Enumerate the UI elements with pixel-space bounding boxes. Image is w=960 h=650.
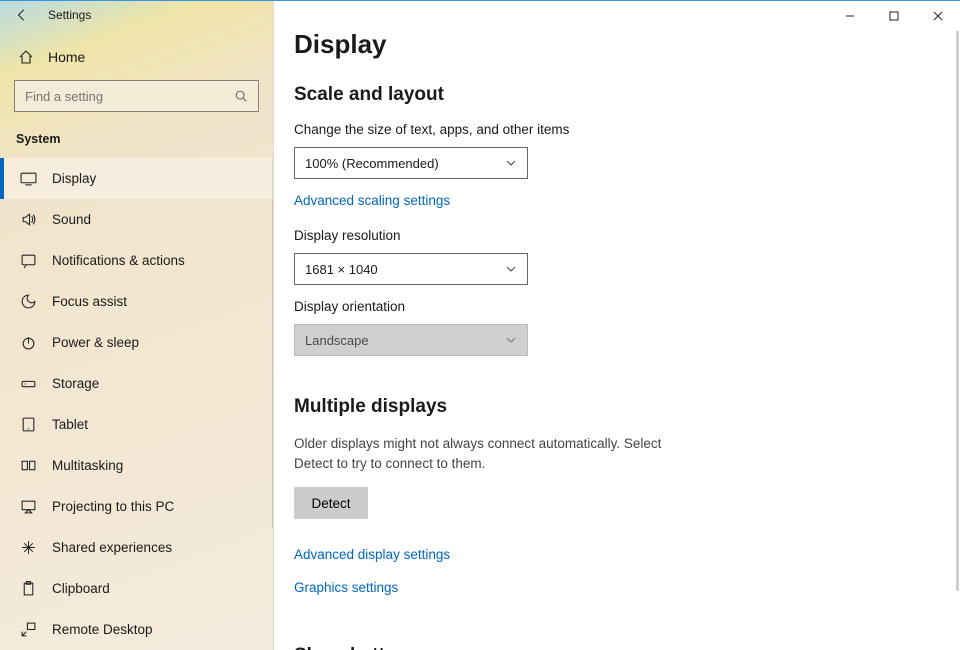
detect-button[interactable]: Detect xyxy=(294,487,368,519)
multitasking-icon xyxy=(18,456,38,476)
graphics-settings-link[interactable]: Graphics settings xyxy=(294,580,398,595)
section-scale-layout: Scale and layout xyxy=(294,84,940,106)
search-icon xyxy=(234,89,248,103)
maximize-button[interactable] xyxy=(872,1,916,31)
chevron-down-icon xyxy=(505,157,517,169)
tablet-icon xyxy=(18,415,38,435)
sidebar-item-label: Display xyxy=(52,171,96,186)
multiple-displays-desc: Older displays might not always connect … xyxy=(294,434,674,473)
resolution-label: Display resolution xyxy=(294,228,940,243)
sidebar-item-label: Clipboard xyxy=(52,581,110,596)
advanced-display-link[interactable]: Advanced display settings xyxy=(294,547,450,562)
nav-divider xyxy=(272,158,273,528)
sidebar-item-label: Remote Desktop xyxy=(52,622,153,637)
orientation-select-value: Landscape xyxy=(305,333,369,348)
content-pane: Display Scale and layout Change the size… xyxy=(274,1,960,650)
maximize-icon xyxy=(889,11,899,21)
size-label: Change the size of text, apps, and other… xyxy=(294,122,940,137)
clipboard-icon xyxy=(18,579,38,599)
home-label: Home xyxy=(48,49,85,65)
sidebar-item-label: Multitasking xyxy=(52,458,123,473)
section-multiple-displays: Multiple displays xyxy=(294,396,940,418)
section-sleep-better: Sleep better xyxy=(294,645,940,650)
sidebar-nav: Display Sound Notifications & actions Fo… xyxy=(0,158,273,650)
focus-assist-icon xyxy=(18,292,38,312)
sidebar-item-power[interactable]: Power & sleep xyxy=(0,322,273,363)
power-icon xyxy=(18,333,38,353)
sidebar-item-focus-assist[interactable]: Focus assist xyxy=(0,281,273,322)
notifications-icon xyxy=(18,251,38,271)
arrow-left-icon xyxy=(15,8,29,22)
resolution-select[interactable]: 1681 × 1040 xyxy=(294,253,528,285)
orientation-label: Display orientation xyxy=(294,299,940,314)
sidebar-item-tablet[interactable]: Tablet xyxy=(0,404,273,445)
display-icon xyxy=(18,169,38,189)
scale-select[interactable]: 100% (Recommended) xyxy=(294,147,528,179)
home-button[interactable]: Home xyxy=(0,43,273,70)
sidebar-item-storage[interactable]: Storage xyxy=(0,363,273,404)
minimize-button[interactable] xyxy=(828,1,872,31)
sidebar-item-notifications[interactable]: Notifications & actions xyxy=(0,240,273,281)
orientation-select: Landscape xyxy=(294,324,528,356)
sidebar-item-label: Focus assist xyxy=(52,294,127,309)
close-button[interactable] xyxy=(916,1,960,31)
chevron-down-icon xyxy=(505,334,517,346)
remote-desktop-icon xyxy=(18,620,38,640)
search-box[interactable] xyxy=(14,80,259,112)
advanced-scaling-link[interactable]: Advanced scaling settings xyxy=(294,193,450,208)
sidebar-item-label: Power & sleep xyxy=(52,335,139,350)
minimize-icon xyxy=(845,11,855,21)
sound-icon xyxy=(18,210,38,230)
storage-icon xyxy=(18,374,38,394)
sidebar-item-label: Tablet xyxy=(52,417,88,432)
close-icon xyxy=(933,11,943,21)
page-title: Display xyxy=(294,29,940,60)
sidebar-item-display[interactable]: Display xyxy=(0,158,273,199)
sidebar-item-projecting[interactable]: Projecting to this PC xyxy=(0,486,273,527)
sidebar-item-label: Projecting to this PC xyxy=(52,499,174,514)
sidebar-item-label: Notifications & actions xyxy=(52,253,185,268)
shared-exp-icon xyxy=(18,538,38,558)
search-input[interactable] xyxy=(25,89,228,104)
sidebar: Settings Home System Display xyxy=(0,1,274,650)
app-title: Settings xyxy=(48,8,91,22)
scale-select-value: 100% (Recommended) xyxy=(305,156,439,171)
window-controls xyxy=(828,1,960,31)
scrollbar[interactable] xyxy=(956,31,959,591)
back-button[interactable] xyxy=(8,1,36,29)
sidebar-item-shared[interactable]: Shared experiences xyxy=(0,527,273,568)
sidebar-item-label: Sound xyxy=(52,212,91,227)
main-scroll: Display Scale and layout Change the size… xyxy=(274,1,960,650)
titlebar-left: Settings xyxy=(0,1,273,29)
sidebar-item-sound[interactable]: Sound xyxy=(0,199,273,240)
sidebar-section-label: System xyxy=(0,118,273,154)
sidebar-item-label: Storage xyxy=(52,376,99,391)
sidebar-item-remote[interactable]: Remote Desktop xyxy=(0,609,273,650)
sidebar-item-multitasking[interactable]: Multitasking xyxy=(0,445,273,486)
sidebar-item-label: Shared experiences xyxy=(52,540,172,555)
projecting-icon xyxy=(18,497,38,517)
sidebar-item-clipboard[interactable]: Clipboard xyxy=(0,568,273,609)
chevron-down-icon xyxy=(505,263,517,275)
home-icon xyxy=(18,49,34,65)
resolution-select-value: 1681 × 1040 xyxy=(305,262,378,277)
